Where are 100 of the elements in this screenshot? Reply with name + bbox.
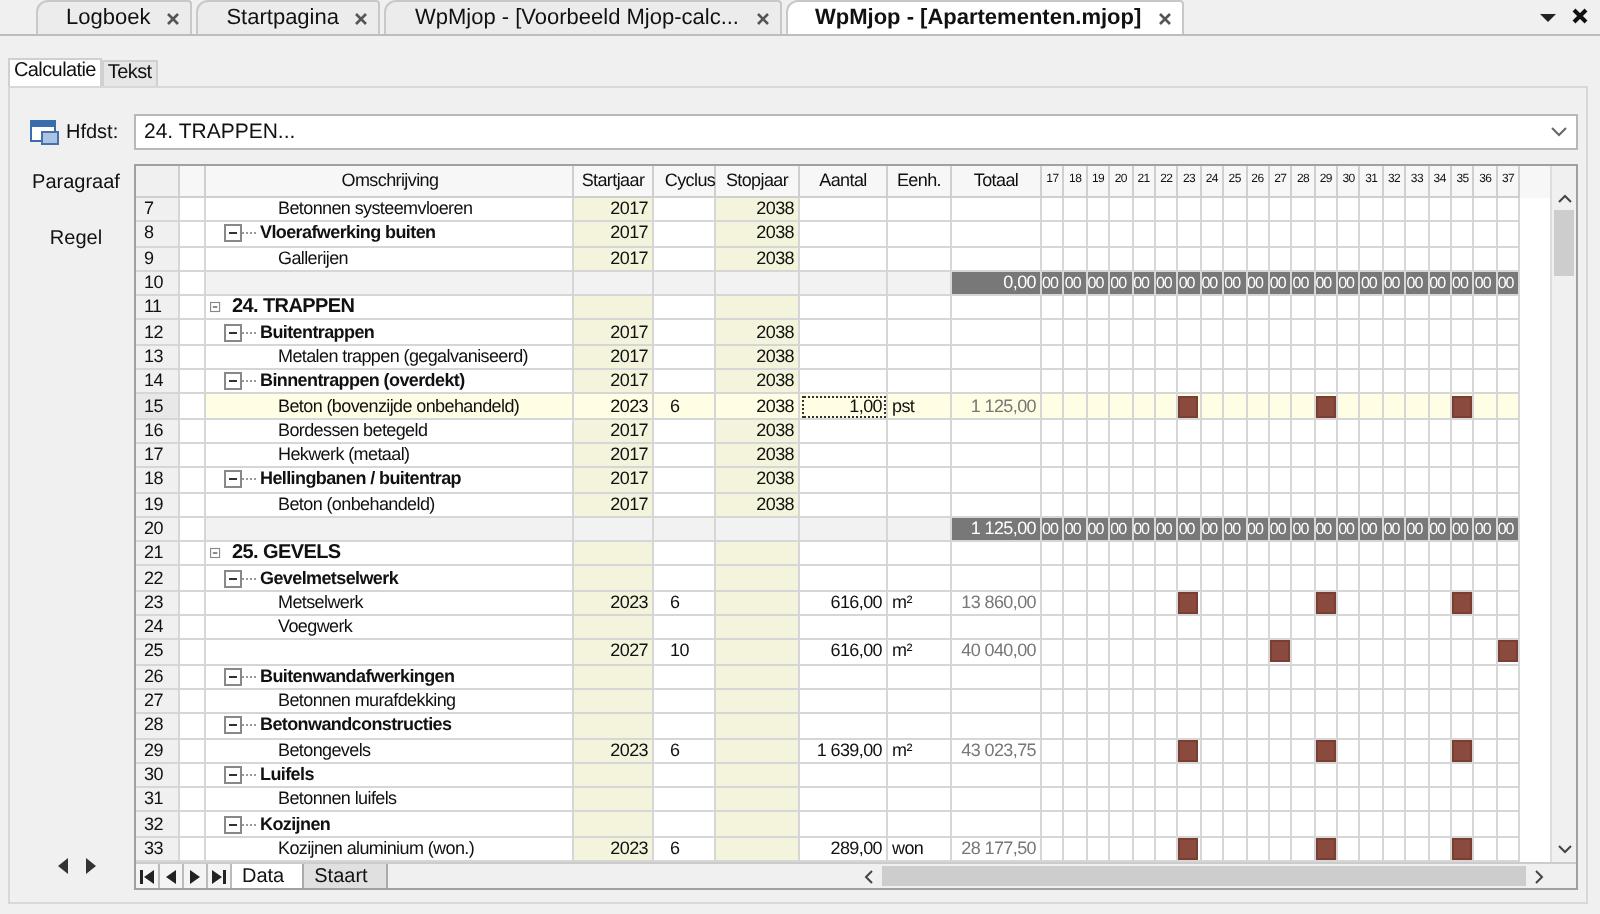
table-cell[interactable]: [716, 714, 800, 740]
table-cell[interactable]: [888, 763, 952, 789]
table-cell[interactable]: [800, 812, 888, 838]
table-cell[interactable]: 40 040,00: [952, 640, 1042, 666]
table-cell[interactable]: [800, 419, 888, 444]
table-cell[interactable]: 616,00: [800, 591, 888, 617]
table-row[interactable]: 12 Buitentrappen 2017 2038: [136, 320, 1550, 346]
table-cell[interactable]: [716, 763, 800, 789]
table-cell[interactable]: 2017: [574, 370, 654, 395]
table-row[interactable]: 23 Metselwerk 2023 6 616,00 m² 13 860,00: [136, 591, 1550, 617]
close-icon[interactable]: [755, 11, 769, 25]
scrollbar-thumb[interactable]: [1554, 210, 1574, 276]
next-icon[interactable]: [190, 869, 200, 884]
close-icon[interactable]: [1572, 8, 1588, 24]
table-cell[interactable]: 2017: [574, 419, 654, 444]
schedule-cell[interactable]: [1452, 837, 1475, 863]
previous-icon[interactable]: [166, 869, 176, 884]
table-cell[interactable]: m²: [888, 640, 952, 666]
table-row[interactable]: 31 Betonnen luifels: [136, 788, 1550, 813]
table-cell[interactable]: [716, 837, 800, 863]
table-cell[interactable]: pst: [888, 394, 952, 420]
table-cell[interactable]: [716, 812, 800, 838]
table-cell[interactable]: 2017: [574, 247, 654, 272]
sheet-tab[interactable]: Staart: [304, 864, 388, 889]
table-cell[interactable]: [800, 616, 888, 641]
chapter-dropdown[interactable]: 24. TRAPPEN...: [134, 114, 1578, 150]
table-cell[interactable]: [952, 345, 1042, 371]
table-cell[interactable]: [716, 665, 800, 690]
table-cell[interactable]: [716, 689, 800, 715]
table-row[interactable]: 30 Luifels: [136, 763, 1550, 789]
table-cell[interactable]: 2027: [574, 640, 654, 666]
schedule-cell[interactable]: [1178, 591, 1202, 617]
window-icon[interactable]: [30, 118, 60, 146]
schedule-cell[interactable]: [1497, 640, 1521, 666]
table-cell[interactable]: 1 125,00: [952, 394, 1042, 420]
table-cell[interactable]: [888, 443, 952, 469]
schedule-cell[interactable]: [1178, 837, 1202, 863]
column-header[interactable]: Aantal: [800, 166, 888, 198]
table-cell[interactable]: 2017: [574, 468, 654, 494]
close-icon[interactable]: [1157, 11, 1172, 25]
column-header[interactable]: Cyclus: [654, 166, 716, 198]
table-cell[interactable]: [800, 542, 888, 567]
table-row[interactable]: 16 Bordessen betegeld 2017 2038: [136, 419, 1550, 444]
table-cell[interactable]: 2038: [716, 222, 800, 248]
table-cell[interactable]: m²: [888, 739, 952, 764]
document-tab[interactable]: Logboek: [36, 0, 193, 34]
table-row[interactable]: 29 Betongevels 2023 6 1 639,00 m² 43 023,75: [136, 739, 1550, 764]
table-row[interactable]: 28 Betonwandconstructies: [136, 714, 1550, 740]
scroll-down-icon[interactable]: [1557, 844, 1571, 855]
table-cell[interactable]: 2017: [574, 443, 654, 469]
collapse-icon[interactable]: [224, 716, 256, 735]
table-cell[interactable]: [952, 419, 1042, 444]
table-cell[interactable]: [800, 665, 888, 690]
table-row[interactable]: 17 Hekwerk (metaal) 2017 2038: [136, 443, 1550, 469]
collapse-icon[interactable]: [224, 224, 256, 243]
table-cell[interactable]: [952, 763, 1042, 789]
document-tab[interactable]: WpMjop - [Voorbeeld Mjop-calc...: [384, 0, 781, 34]
table-cell[interactable]: [952, 542, 1042, 567]
table-cell[interactable]: 2017: [574, 320, 654, 346]
table-cell[interactable]: 2023: [574, 591, 654, 617]
table-cell[interactable]: [800, 763, 888, 789]
table-cell[interactable]: 2038: [716, 370, 800, 395]
sheet-tab[interactable]: Data: [232, 864, 305, 889]
table-cell[interactable]: 2023: [574, 837, 654, 863]
table-cell[interactable]: [888, 812, 952, 838]
table-row[interactable]: 7 Betonnen systeemvloeren 2017 2038: [136, 198, 1550, 223]
table-cell[interactable]: 2038: [716, 419, 800, 444]
table-cell[interactable]: 2038: [716, 247, 800, 272]
table-row[interactable]: 26 Buitenwandafwerkingen: [136, 665, 1550, 690]
table-cell[interactable]: [888, 714, 952, 740]
table-cell[interactable]: [952, 320, 1042, 346]
table-row[interactable]: 32 Kozijnen: [136, 812, 1550, 838]
first-icon[interactable]: [140, 869, 154, 884]
scrollbar-thumb[interactable]: [882, 866, 1526, 887]
close-icon[interactable]: [354, 11, 369, 25]
table-cell[interactable]: [574, 714, 654, 740]
table-cell[interactable]: [952, 616, 1042, 641]
schedule-cell[interactable]: [1452, 739, 1475, 764]
previous-button[interactable]: [160, 864, 184, 889]
table-row[interactable]: 13 Metalen trappen (gegalvaniseerd) 2017 2038: [136, 345, 1550, 371]
table-cell[interactable]: 2017: [574, 493, 654, 518]
table-cell[interactable]: [952, 468, 1042, 494]
last-button[interactable]: [208, 864, 232, 889]
table-row[interactable]: 22 Gevelmetselwerk: [136, 566, 1550, 592]
table-cell[interactable]: [800, 443, 888, 469]
table-cell[interactable]: [888, 665, 952, 690]
table-cell[interactable]: [716, 640, 800, 666]
table-cell[interactable]: [888, 198, 952, 223]
document-tab[interactable]: WpMjop - [Apartementen.mjop]: [785, 0, 1184, 34]
table-row[interactable]: 24 Voegwerk: [136, 616, 1550, 641]
table-cell[interactable]: [888, 566, 952, 592]
table-row[interactable]: 25 2027 10 616,00 m² 40 040,00: [136, 640, 1550, 666]
table-cell[interactable]: 2038: [716, 345, 800, 371]
table-row[interactable]: 11 24. TRAPPEN: [136, 296, 1550, 321]
schedule-cell[interactable]: [1269, 640, 1293, 666]
last-icon[interactable]: [212, 869, 226, 884]
table-cell[interactable]: [574, 665, 654, 690]
table-cell[interactable]: [952, 689, 1042, 715]
table-cell[interactable]: 2038: [716, 443, 800, 469]
table-cell[interactable]: 2038: [716, 493, 800, 518]
